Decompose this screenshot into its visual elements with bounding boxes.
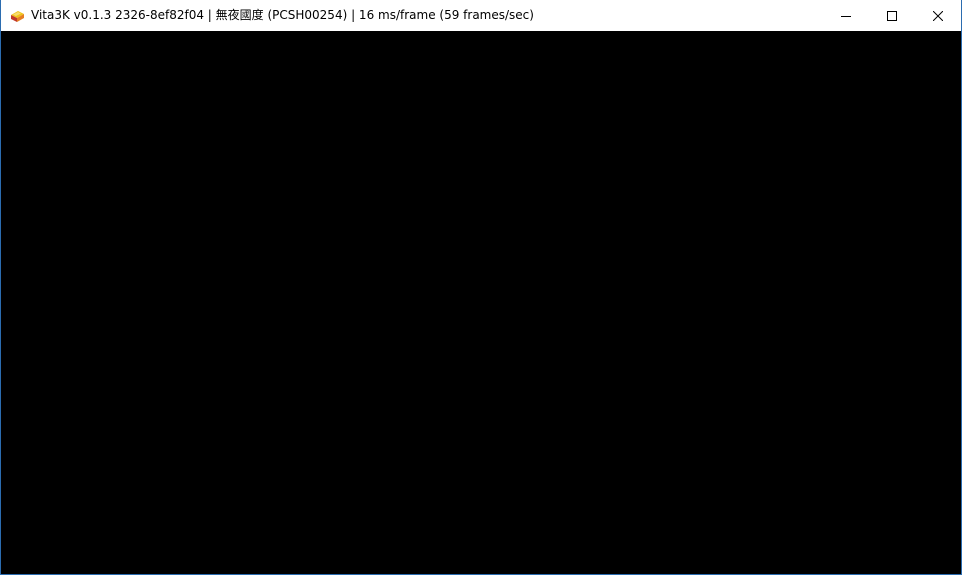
minimize-button[interactable] (823, 0, 869, 31)
vita3k-icon (11, 10, 24, 22)
app-window: Vita3K v0.1.3 2326-8ef82f04 | 無夜國度 (PCSH… (0, 0, 962, 575)
maximize-icon (887, 10, 897, 21)
game-render-area[interactable] (1, 31, 961, 574)
minimize-icon (841, 15, 851, 17)
maximize-button[interactable] (869, 0, 915, 31)
title-bar[interactable]: Vita3K v0.1.3 2326-8ef82f04 | 無夜國度 (PCSH… (1, 0, 961, 31)
close-button[interactable] (915, 0, 961, 31)
window-controls (823, 0, 961, 31)
close-icon (933, 10, 943, 21)
window-title: Vita3K v0.1.3 2326-8ef82f04 | 無夜國度 (PCSH… (31, 8, 534, 22)
